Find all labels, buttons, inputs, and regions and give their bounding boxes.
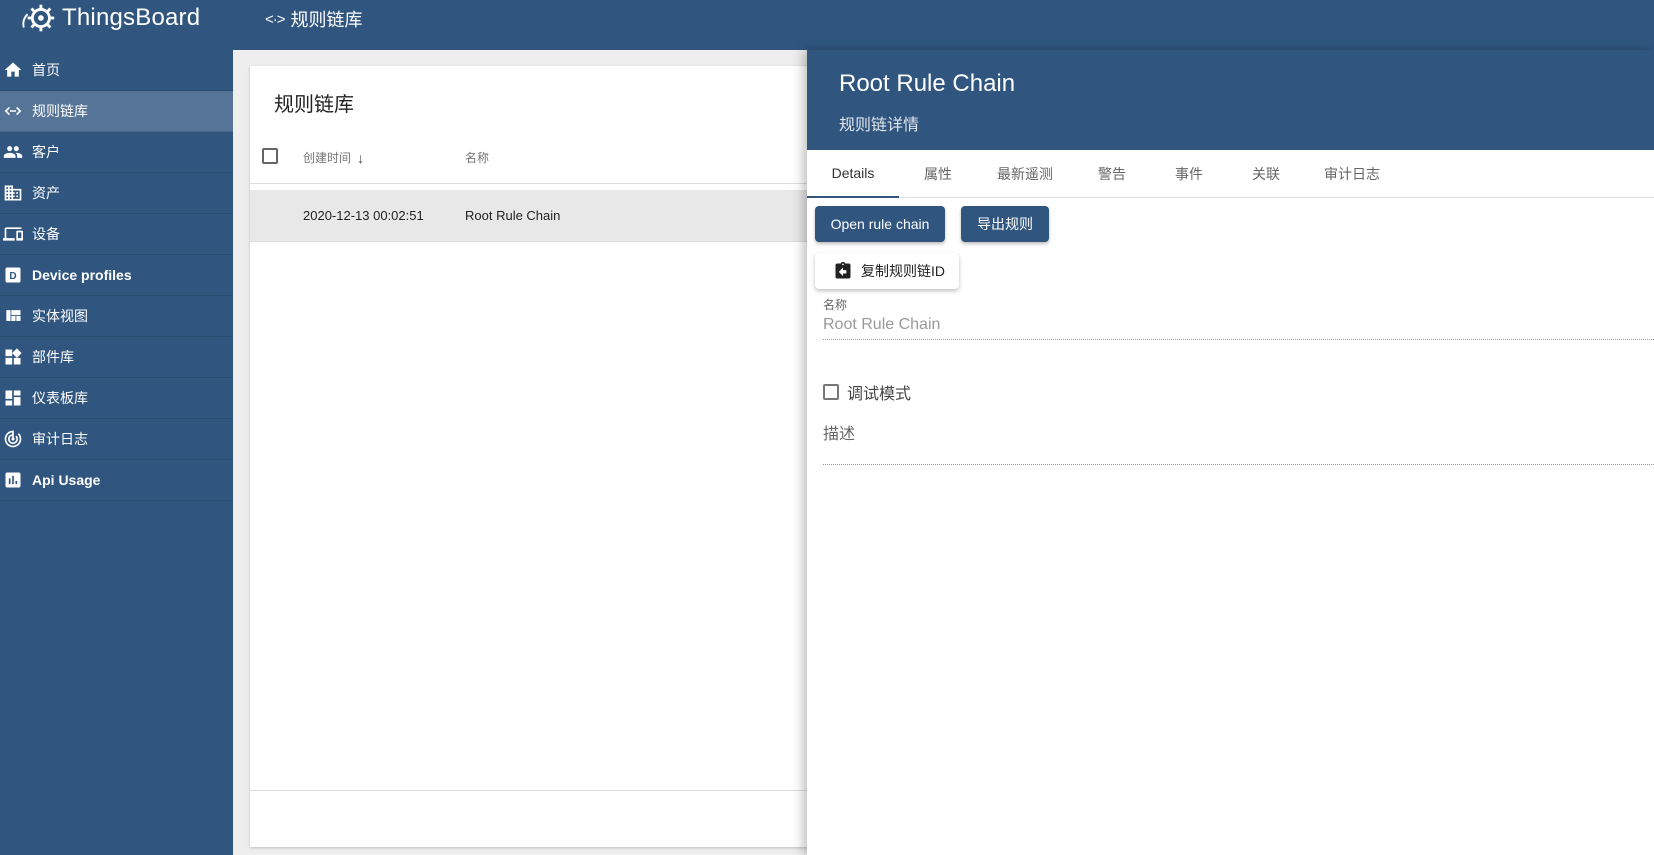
insert-chart-icon — [2, 469, 24, 491]
name-field[interactable]: Root Rule Chain — [823, 316, 940, 334]
sidebar-item-rule-chains[interactable]: 规则链库 — [0, 91, 233, 132]
tab-latest-telemetry[interactable]: 最新遥测 — [977, 150, 1073, 198]
sidebar-item-widgets[interactable]: 部件库 — [0, 337, 233, 378]
thingsboard-logo-icon — [22, 4, 55, 32]
svg-text:D: D — [9, 271, 16, 282]
sidebar-item-label: 资产 — [32, 185, 60, 201]
tab-alarms[interactable]: 警告 — [1073, 150, 1151, 198]
sidebar-nav: 首页 规则链库 客户 资产 设备 D Device profiles 实体视图 — [0, 50, 233, 501]
sidebar-item-devices[interactable]: 设备 — [0, 214, 233, 255]
details-tabs: Details 属性 最新遥测 警告 事件 关联 审计日志 — [807, 150, 1654, 198]
sidebar-item-device-profiles[interactable]: D Device profiles — [0, 255, 233, 296]
sidebar-item-api-usage[interactable]: Api Usage — [0, 460, 233, 501]
description-field[interactable]: 描述 — [823, 420, 855, 444]
tab-events[interactable]: 事件 — [1151, 150, 1227, 198]
table-title: 规则链库 — [274, 94, 354, 116]
column-label: 创建时间 — [303, 151, 352, 165]
device-profile-icon: D — [2, 264, 24, 286]
table-row[interactable]: 2020-12-13 00:02:51 Root Rule Chain — [250, 190, 810, 242]
sidebar-item-entity-views[interactable]: 实体视图 — [0, 296, 233, 337]
sidebar-item-label: 部件库 — [32, 349, 74, 365]
details-subtitle: 规则链详情 — [839, 117, 920, 134]
sidebar-item-label: 首页 — [32, 62, 60, 78]
code-icon: <·> — [265, 10, 285, 28]
app-name: ThingsBoard — [62, 4, 201, 31]
home-icon — [2, 59, 24, 81]
tab-audit-logs[interactable]: 审计日志 — [1305, 150, 1399, 198]
breadcrumb[interactable]: 规则链库 — [291, 6, 363, 32]
sidebar-item-label: Api Usage — [32, 472, 101, 488]
devices-icon — [2, 223, 24, 245]
column-header-created-time[interactable]: 创建时间 ↓ — [303, 149, 364, 166]
sidebar-item-label: 客户 — [32, 144, 60, 160]
dashboard-icon — [2, 387, 24, 409]
view-quilt-icon — [2, 305, 24, 327]
people-icon — [2, 141, 24, 163]
code-icon — [2, 100, 24, 122]
debug-mode-label: 调试模式 — [847, 386, 912, 403]
column-header-name[interactable]: 名称 — [465, 149, 489, 166]
widgets-icon — [2, 346, 24, 368]
clipboard-arrow-left-icon — [835, 261, 851, 279]
sidebar-item-label: 仪表板库 — [32, 390, 88, 406]
sidebar: ThingsBoard 首页 规则链库 客户 资产 设备 D Device pr… — [0, 0, 233, 855]
open-rule-chain-button[interactable]: Open rule chain — [815, 206, 945, 242]
cell-name: Root Rule Chain — [465, 208, 561, 223]
description-field-underline — [823, 464, 1654, 465]
cell-created-time: 2020-12-13 00:02:51 — [303, 208, 424, 223]
tab-relations[interactable]: 关联 — [1227, 150, 1305, 198]
rule-chains-table-card: 规则链库 创建时间 ↓ 名称 2020-12-13 00:02:51 Root … — [250, 66, 810, 847]
name-field-underline — [823, 339, 1654, 340]
name-field-label: 名称 — [823, 298, 848, 312]
logo[interactable]: ThingsBoard — [0, 0, 233, 50]
details-header: Root Rule Chain 规则链详情 — [807, 50, 1654, 150]
copy-button-label: 复制规则链ID — [861, 263, 945, 279]
export-rule-chain-button[interactable]: 导出规则 — [961, 206, 1049, 242]
select-all-checkbox[interactable] — [262, 148, 278, 164]
arrow-down-icon: ↓ — [357, 149, 365, 166]
sidebar-item-customers[interactable]: 客户 — [0, 132, 233, 173]
sidebar-item-label: Device profiles — [32, 267, 132, 283]
checkbox-box — [823, 384, 839, 400]
top-toolbar: <·> 规则链库 — [233, 0, 1654, 50]
sidebar-item-label: 实体视图 — [32, 308, 88, 324]
tab-details[interactable]: Details — [807, 150, 899, 198]
sidebar-item-assets[interactable]: 资产 — [0, 173, 233, 214]
details-panel: Root Rule Chain 规则链详情 Details 属性 最新遥测 警告… — [807, 50, 1654, 855]
details-title: Root Rule Chain — [839, 70, 1016, 97]
paginator-divider — [250, 790, 810, 791]
table-header: 创建时间 ↓ 名称 — [250, 128, 810, 184]
sidebar-item-label: 规则链库 — [32, 103, 88, 119]
sidebar-item-label: 设备 — [32, 226, 60, 242]
copy-rule-chain-id-button[interactable]: 复制规则链ID — [815, 253, 959, 289]
debug-mode-checkbox[interactable]: 调试模式 — [823, 380, 911, 404]
sidebar-item-home[interactable]: 首页 — [0, 50, 233, 91]
business-icon — [2, 182, 24, 204]
sidebar-item-dashboards[interactable]: 仪表板库 — [0, 378, 233, 419]
sidebar-item-label: 审计日志 — [32, 431, 88, 447]
track-changes-icon — [2, 428, 24, 450]
sidebar-item-audit-logs[interactable]: 审计日志 — [0, 419, 233, 460]
tab-attributes[interactable]: 属性 — [899, 150, 977, 198]
